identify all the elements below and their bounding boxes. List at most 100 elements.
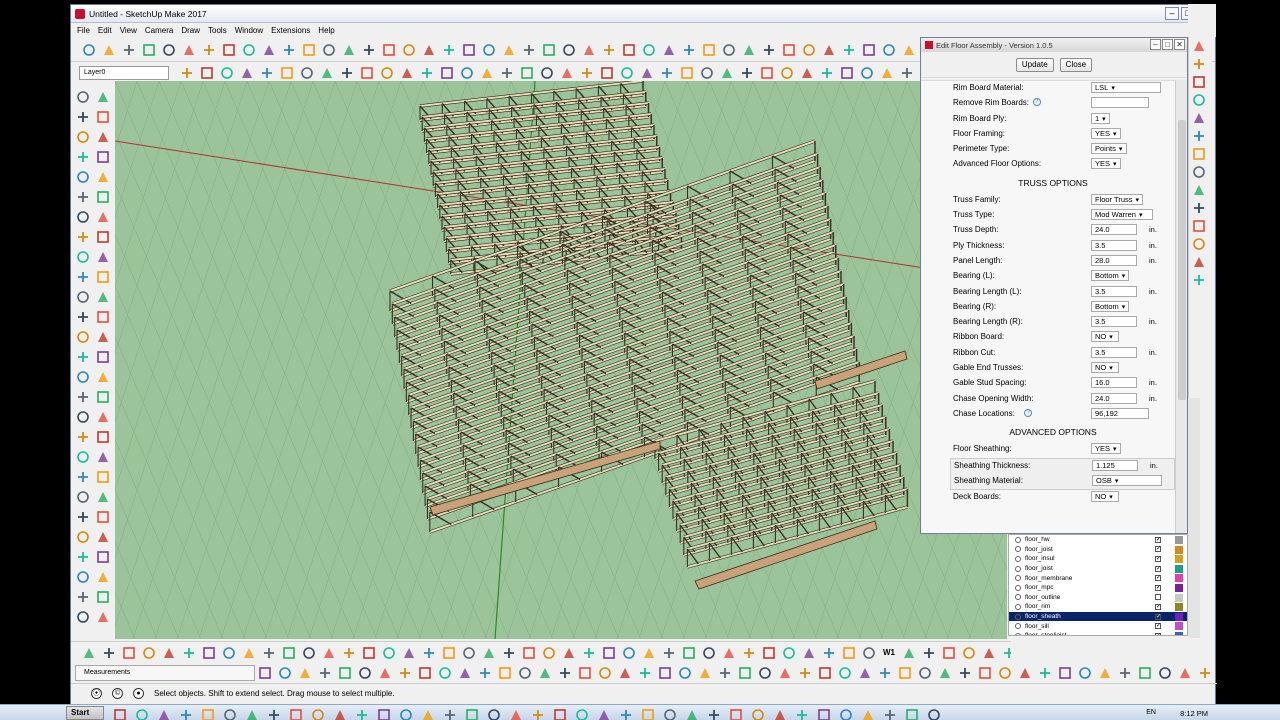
- edit-tool-icon[interactable]: [597, 665, 613, 681]
- bottom-tool-icon[interactable]: [101, 645, 117, 661]
- edit-tool-icon[interactable]: [1117, 665, 1133, 681]
- bottom-tool-icon[interactable]: [901, 645, 917, 661]
- bottom-tool-icon[interactable]: [281, 645, 297, 661]
- drawing-tool-icon[interactable]: [599, 65, 615, 81]
- tray-tool-icon[interactable]: [1191, 272, 1207, 288]
- palette-tool-icon[interactable]: [75, 589, 91, 605]
- layer-color-swatch[interactable]: [1175, 545, 1183, 554]
- layer-color-swatch[interactable]: [1175, 622, 1183, 631]
- text-input[interactable]: 16.0: [1091, 377, 1137, 389]
- layer-color-swatch[interactable]: [1175, 612, 1183, 621]
- bottom-tool-icon[interactable]: [461, 645, 477, 661]
- taskbar-app-tool-icon[interactable]: [926, 707, 940, 720]
- edit-tool-icon[interactable]: [517, 665, 533, 681]
- layer-color-swatch[interactable]: [1175, 574, 1183, 583]
- taskbar-app-tool-icon[interactable]: [464, 707, 478, 720]
- edit-tool-icon[interactable]: [457, 665, 473, 681]
- taskbar-app-tool-icon[interactable]: [640, 707, 654, 720]
- bottom-tool-icon[interactable]: [701, 645, 717, 661]
- drawing-tool-icon[interactable]: [619, 65, 635, 81]
- drawing-tool-icon[interactable]: [499, 65, 515, 81]
- layer-color-swatch[interactable]: [1175, 555, 1183, 564]
- drawing-tool-icon[interactable]: [899, 65, 915, 81]
- bottom-tool-icon[interactable]: [81, 645, 97, 661]
- palette-tool-icon[interactable]: [95, 429, 111, 445]
- bottom-tool-icon[interactable]: [541, 645, 557, 661]
- layer-color-swatch[interactable]: [1175, 564, 1183, 573]
- toolbar-tool-icon[interactable]: [121, 42, 137, 58]
- text-input[interactable]: 3.5: [1091, 285, 1137, 297]
- layer-visible-checkbox[interactable]: ✓: [1155, 555, 1161, 562]
- taskbar-app-tool-icon[interactable]: [706, 707, 719, 720]
- palette-tool-icon[interactable]: [75, 249, 91, 265]
- palette-tool-icon[interactable]: [95, 529, 111, 545]
- palette-tool-icon[interactable]: [95, 469, 111, 485]
- active-layer-radio[interactable]: [1015, 555, 1021, 562]
- dropdown[interactable]: NO: [1091, 491, 1119, 503]
- edit-tool-icon[interactable]: [357, 665, 373, 681]
- toolbar-tool-icon[interactable]: [701, 42, 717, 58]
- active-layer-radio[interactable]: [1015, 594, 1021, 601]
- taskbar-app-tool-icon[interactable]: [750, 707, 764, 720]
- toolbar-tool-icon[interactable]: [761, 42, 777, 58]
- drawing-tool-icon[interactable]: [519, 65, 535, 81]
- taskbar-app-tool-icon[interactable]: [134, 707, 148, 720]
- palette-tool-icon[interactable]: [95, 129, 111, 145]
- edit-tool-icon[interactable]: [1097, 665, 1113, 681]
- drawing-tool-icon[interactable]: [799, 65, 815, 81]
- bottom-tool-icon[interactable]: [561, 645, 577, 661]
- edit-tool-icon[interactable]: [1177, 665, 1193, 681]
- taskbar-app-tool-icon[interactable]: [398, 707, 412, 720]
- taskbar-app-tool-icon[interactable]: [772, 707, 785, 720]
- tray-tool-icon[interactable]: [1191, 164, 1207, 180]
- dropdown[interactable]: NO: [1091, 362, 1119, 374]
- dropdown[interactable]: YES: [1091, 158, 1121, 170]
- bottom-tool-icon[interactable]: [321, 645, 337, 661]
- bottom-tool-icon[interactable]: [141, 645, 157, 661]
- bottom-tool-icon[interactable]: [421, 645, 437, 661]
- taskbar-app-tool-icon[interactable]: [376, 707, 390, 720]
- tray-tool-icon[interactable]: [1191, 128, 1207, 144]
- bottom-tool-icon[interactable]: [181, 645, 197, 661]
- text-input[interactable]: 3.5: [1091, 316, 1137, 328]
- drawing-tool-icon[interactable]: [419, 65, 435, 81]
- palette-tool-icon[interactable]: [75, 329, 91, 345]
- palette-tool-icon[interactable]: [75, 109, 91, 125]
- dropdown[interactable]: OSB: [1092, 474, 1162, 486]
- palette-tool-icon[interactable]: [75, 469, 91, 485]
- drawing-tool-icon[interactable]: [479, 65, 495, 81]
- menu-edit[interactable]: Edit: [98, 26, 112, 35]
- edit-tool-icon[interactable]: [977, 665, 993, 681]
- palette-tool-icon[interactable]: [75, 129, 91, 145]
- palette-tool-icon[interactable]: [75, 289, 91, 305]
- active-layer-radio[interactable]: [1015, 613, 1021, 620]
- edit-tool-icon[interactable]: [797, 665, 813, 681]
- bottom-tool-icon[interactable]: [661, 645, 677, 661]
- tray-tool-icon[interactable]: [1191, 200, 1207, 216]
- tray-tool-icon[interactable]: [1191, 254, 1207, 270]
- taskbar-app-tool-icon[interactable]: [794, 707, 807, 720]
- layer-color-swatch[interactable]: [1175, 593, 1183, 602]
- drawing-tool-icon[interactable]: [199, 65, 215, 81]
- close-button[interactable]: Close: [1059, 57, 1093, 72]
- bottom-tool-icon[interactable]: [501, 645, 517, 661]
- taskbar-app-tool-icon[interactable]: [904, 707, 918, 720]
- drawing-tool-icon[interactable]: [579, 65, 595, 81]
- palette-tool-icon[interactable]: [75, 369, 91, 385]
- drawing-tool-icon[interactable]: [219, 65, 235, 81]
- menu-extensions[interactable]: Extensions: [271, 26, 310, 35]
- bottom-tool-icon[interactable]: [121, 645, 137, 661]
- drawing-tool-icon[interactable]: [539, 65, 555, 81]
- menu-tools[interactable]: Tools: [208, 26, 227, 35]
- palette-tool-icon[interactable]: [75, 389, 91, 405]
- palette-tool-icon[interactable]: [95, 569, 111, 585]
- edit-tool-icon[interactable]: [437, 665, 453, 681]
- palette-tool-icon[interactable]: [95, 449, 111, 465]
- active-layer-radio[interactable]: [1015, 575, 1021, 582]
- palette-tool-icon[interactable]: [95, 329, 111, 345]
- taskbar-app-tool-icon[interactable]: [662, 707, 676, 720]
- bottom-tool-icon[interactable]: [801, 645, 817, 661]
- palette-tool-icon[interactable]: [75, 309, 91, 325]
- w1-label[interactable]: W1: [883, 648, 895, 657]
- layer-row[interactable]: floor_joist ✓: [1009, 564, 1187, 574]
